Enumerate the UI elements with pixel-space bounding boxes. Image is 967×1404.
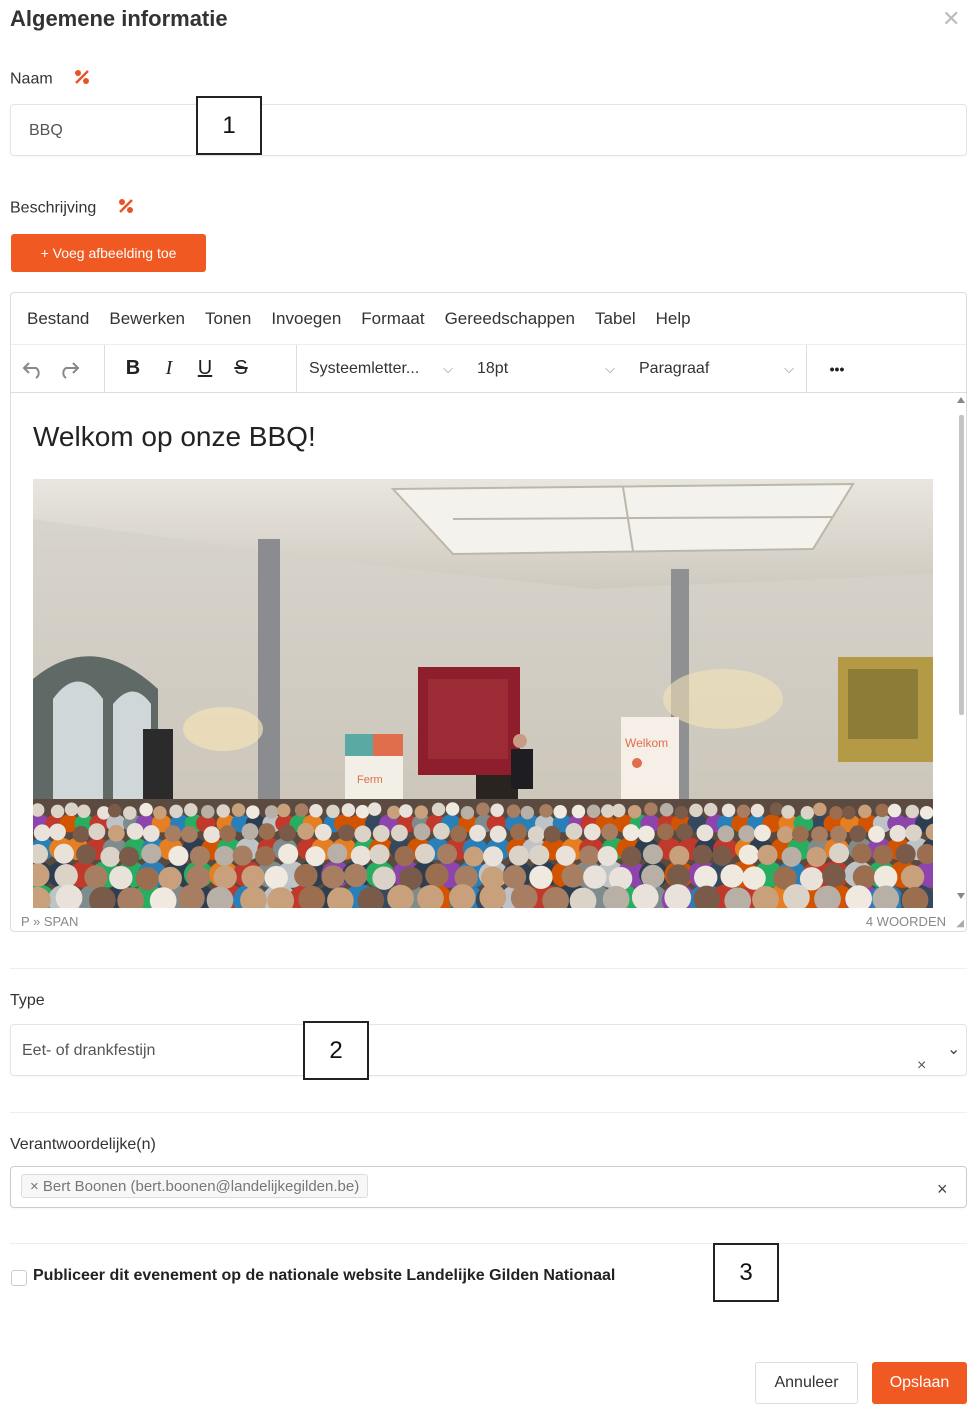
menu-bestand[interactable]: Bestand — [27, 309, 89, 329]
word-count: 4 WOORDEN — [865, 914, 946, 929]
welkom-banner-text: Welkom — [625, 736, 668, 750]
type-label: Type — [10, 992, 45, 1009]
description-label-row: Beschrijving — [10, 197, 135, 220]
menu-bewerken[interactable]: Bewerken — [109, 309, 185, 329]
italic-button[interactable]: I — [151, 352, 187, 386]
clear-icon[interactable]: × — [917, 1057, 926, 1075]
font-size-value: 18pt — [477, 359, 509, 377]
translate-icon[interactable] — [117, 197, 135, 220]
undo-icon[interactable] — [15, 352, 51, 386]
redo-icon[interactable] — [51, 352, 87, 386]
type-select-value: Eet- of drankfestijn — [22, 1042, 156, 1059]
editor-scrollbar[interactable] — [956, 393, 966, 908]
add-image-button[interactable]: + Voeg afbeelding toe — [11, 234, 206, 272]
resize-handle-icon[interactable]: ◢ — [956, 918, 964, 929]
font-family-value: Systeemletter... — [309, 359, 420, 377]
annotation-marker-3: 3 — [713, 1243, 779, 1302]
divider — [10, 968, 967, 969]
menu-help[interactable]: Help — [656, 309, 691, 329]
modal-title: Algemene informatie — [10, 6, 228, 31]
menu-invoegen[interactable]: Invoegen — [271, 309, 341, 329]
editor-menubar: Bestand Bewerken Tonen Invoegen Formaat … — [11, 293, 966, 345]
annotation-marker-2: 2 — [303, 1021, 369, 1080]
chevron-down-icon: ⌵ — [443, 360, 453, 376]
font-size-select[interactable]: 18pt ⌵ — [465, 360, 627, 378]
type-select[interactable]: Eet- of drankfestijn × ⌄ — [10, 1024, 967, 1076]
annotation-marker-1: 1 — [196, 96, 262, 155]
description-label: Beschrijving — [10, 199, 97, 217]
strikethrough-button[interactable]: S — [223, 352, 259, 386]
responsible-label: Verantwoordelijke(n) — [10, 1136, 156, 1153]
editor-toolbar: B I U S Systeemletter... ⌵ 18pt ⌵ Paragr… — [11, 345, 966, 393]
editor-content[interactable]: Welkom op onze BBQ! Ferm Welkom — [11, 393, 966, 908]
menu-formaat[interactable]: Formaat — [361, 309, 424, 329]
menu-tonen[interactable]: Tonen — [205, 309, 251, 329]
cancel-button[interactable]: Annuleer — [755, 1362, 858, 1404]
underline-button[interactable]: U — [187, 352, 223, 386]
chevron-down-icon[interactable]: ⌄ — [947, 1039, 960, 1059]
name-label: Naam — [10, 70, 53, 88]
divider — [10, 1243, 967, 1244]
bold-button[interactable]: B — [115, 352, 151, 386]
content-heading: Welkom op onze BBQ! — [33, 421, 316, 452]
responsible-tag[interactable]: × Bert Boonen (bert.boonen@landelijkegil… — [21, 1174, 369, 1198]
publish-checkbox[interactable] — [11, 1270, 27, 1286]
save-button[interactable]: Opslaan — [872, 1362, 967, 1404]
menu-tabel[interactable]: Tabel — [595, 309, 636, 329]
chevron-down-icon: ⌵ — [605, 360, 615, 376]
block-format-value: Paragraaf — [639, 359, 710, 377]
rich-text-editor: Bestand Bewerken Tonen Invoegen Formaat … — [10, 292, 967, 932]
name-input-value: BBQ — [29, 122, 63, 139]
responsible-multiselect[interactable]: × Bert Boonen (bert.boonen@landelijkegil… — [10, 1166, 967, 1208]
chevron-down-icon: ⌵ — [784, 360, 794, 376]
translate-icon[interactable] — [73, 68, 91, 91]
name-label-row: Naam — [10, 68, 91, 91]
menu-gereedschappen[interactable]: Gereedschappen — [445, 309, 575, 329]
name-input[interactable]: BBQ — [10, 104, 967, 156]
font-family-select[interactable]: Systeemletter... ⌵ — [297, 360, 465, 378]
element-path: P » SPAN — [21, 914, 79, 929]
clear-icon[interactable]: × — [937, 1179, 948, 1200]
divider — [10, 1112, 967, 1113]
event-hall-photo: Ferm Welkom — [33, 479, 933, 908]
editor-statusbar: P » SPAN 4 WOORDEN ◢ — [11, 908, 966, 932]
block-format-select[interactable]: Paragraaf ⌵ — [627, 345, 807, 392]
ferm-banner-text: Ferm — [357, 774, 383, 786]
more-options-button[interactable]: ••• — [819, 352, 855, 386]
close-icon[interactable]: ✕ — [942, 6, 960, 32]
publish-label: Publiceer dit evenement op de nationale … — [33, 1267, 616, 1284]
